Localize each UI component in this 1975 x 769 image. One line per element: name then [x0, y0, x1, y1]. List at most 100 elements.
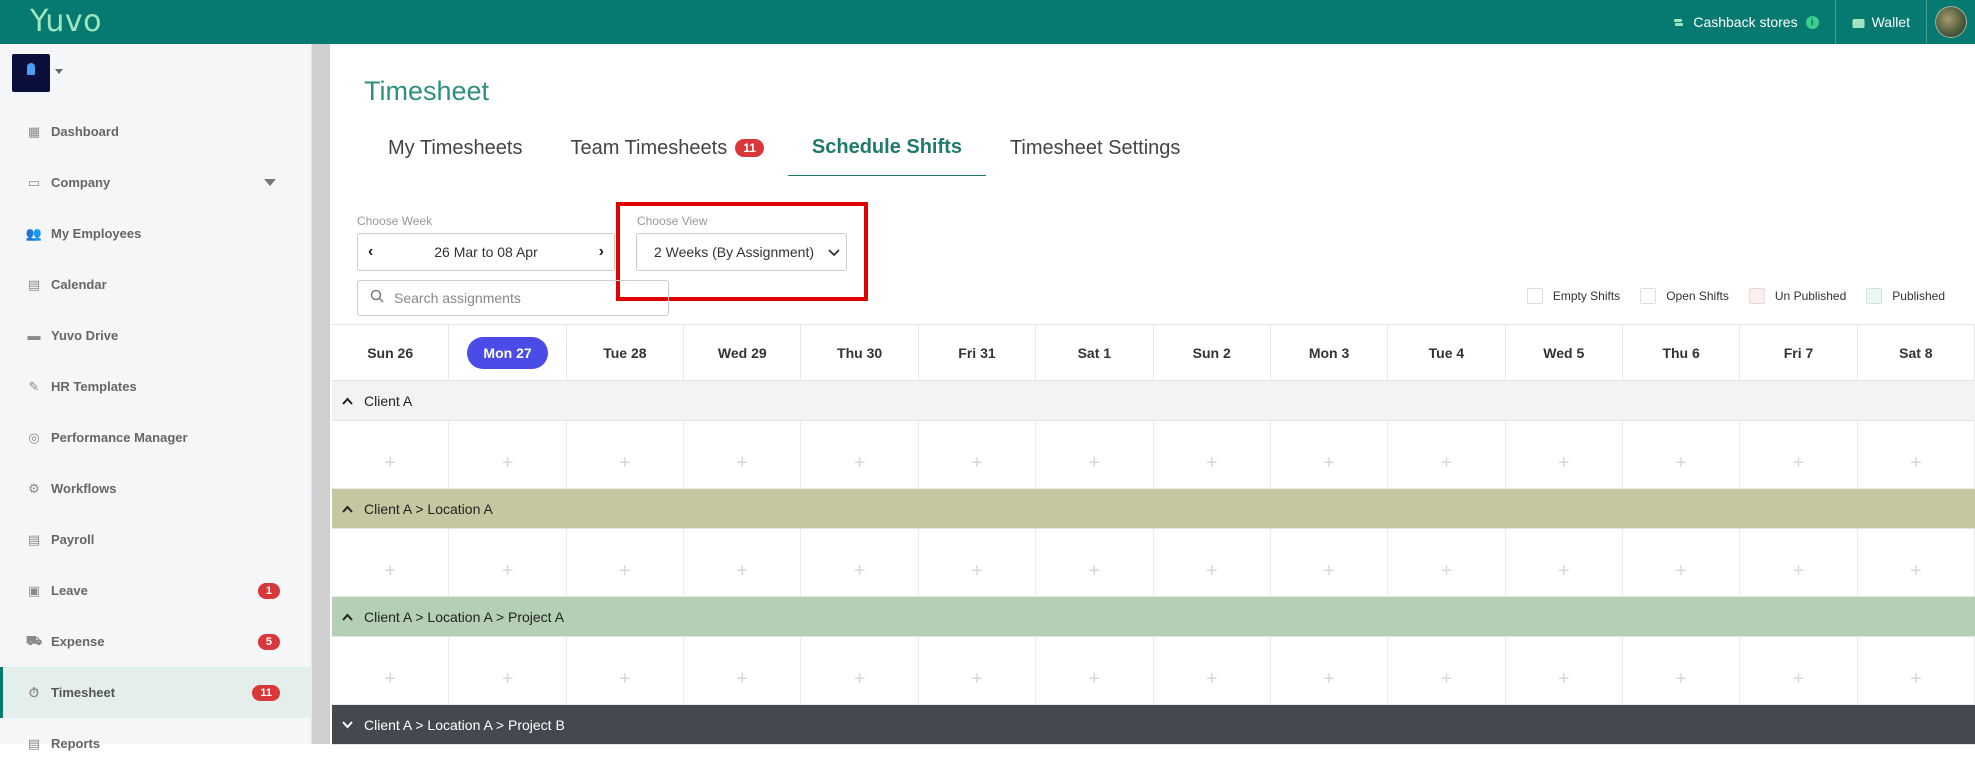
legend-label: Empty Shifts	[1552, 289, 1621, 303]
add-shift-cell[interactable]: +	[1388, 421, 1506, 488]
sidebar-item-my-employees[interactable]: 👥 My Employees	[0, 208, 312, 259]
sidebar-item-workflows[interactable]: ⚙ Workflows	[0, 463, 312, 514]
add-shift-cell[interactable]: +	[1388, 529, 1506, 596]
add-shift-cell[interactable]: +	[684, 637, 802, 704]
expense-icon: ⛟	[25, 632, 43, 648]
chevron-down-icon[interactable]	[342, 717, 364, 732]
search-input[interactable]	[394, 290, 644, 306]
add-shift-cell[interactable]: +	[1858, 637, 1975, 704]
add-shift-cell[interactable]: +	[1506, 529, 1623, 596]
add-shift-cell[interactable]: +	[1036, 421, 1154, 488]
sidebar-item-expense[interactable]: ⛟ Expense 5	[0, 616, 312, 667]
add-shift-cell[interactable]: +	[801, 529, 919, 596]
add-shift-cell[interactable]: +	[801, 637, 919, 704]
add-shift-cell[interactable]: +	[332, 637, 450, 704]
sidebar-scrollbar[interactable]	[312, 44, 330, 744]
add-shift-cell[interactable]: +	[332, 529, 450, 596]
add-shift-cell[interactable]: +	[1388, 637, 1506, 704]
tab-timesheet-settings[interactable]: Timesheet Settings	[986, 120, 1204, 176]
cashback-label: Cashback stores	[1693, 14, 1798, 30]
assignment-group-row[interactable]: Client A > Location A	[332, 489, 1975, 529]
add-shift-cell[interactable]: +	[1036, 529, 1154, 596]
add-shift-cell[interactable]: +	[1154, 637, 1271, 704]
tab-schedule-shifts[interactable]: Schedule Shifts	[787, 120, 986, 176]
add-shift-cell[interactable]: +	[1154, 421, 1271, 488]
assignment-group-row[interactable]: Client A > Location A > Project A	[332, 597, 1975, 637]
yuvo-logo[interactable]: Yuvo	[30, 4, 102, 39]
add-shift-cell[interactable]: +	[1858, 421, 1975, 488]
add-shift-cell[interactable]: +	[449, 421, 567, 488]
add-shift-cell[interactable]: +	[567, 637, 685, 704]
add-shift-cell[interactable]: +	[1154, 529, 1271, 596]
legend-label: Un Published	[1774, 289, 1847, 303]
add-shift-cell[interactable]: +	[1740, 529, 1858, 596]
user-menu[interactable]	[1926, 0, 1975, 44]
add-shift-cell[interactable]: +	[919, 421, 1037, 488]
chevron-left-icon[interactable]: ‹	[368, 243, 373, 261]
add-shift-cell[interactable]: +	[1271, 637, 1389, 704]
sidebar-item-payroll[interactable]: ▤ Payroll	[0, 514, 312, 565]
add-shift-cell[interactable]: +	[1858, 529, 1975, 596]
add-shift-cell[interactable]: +	[567, 529, 685, 596]
add-shift-cell[interactable]: +	[449, 637, 567, 704]
view-dropdown[interactable]: 2 Weeks (By Assignment)	[636, 233, 847, 271]
top-bar: Yuvo Cashback stores i Wallet	[0, 0, 1975, 44]
chevron-down-icon[interactable]	[55, 69, 63, 74]
add-shift-cell[interactable]: +	[1506, 637, 1623, 704]
group-label: Client A	[364, 392, 413, 409]
add-shift-cell[interactable]: +	[1271, 421, 1389, 488]
add-shift-cell[interactable]: +	[1271, 529, 1389, 596]
sidebar-item-company[interactable]: ▭ Company	[0, 157, 312, 208]
schedule-grid: Sun 26 Mon 27 Tue 28 Wed 29 Thu 30 Fri 31 Sat …	[332, 324, 1975, 745]
legend-swatch	[1526, 288, 1543, 304]
choose-week-label: Choose Week	[357, 214, 433, 228]
cogs-icon: ⚙	[28, 480, 40, 496]
add-shift-cell[interactable]: +	[1740, 421, 1858, 488]
sidebar-item-dashboard[interactable]: ▦ Dashboard	[0, 106, 312, 157]
add-shift-cell[interactable]: +	[919, 637, 1037, 704]
chevron-up-icon[interactable]	[342, 609, 364, 624]
add-shift-cell[interactable]: +	[684, 529, 802, 596]
chevron-right-icon[interactable]: ›	[599, 243, 604, 261]
day-header: Thu 6	[1623, 325, 1741, 380]
cashback-stores-link[interactable]: Cashback stores i	[1657, 0, 1834, 44]
building-icon: ▭	[27, 174, 41, 190]
avatar[interactable]	[1935, 6, 1967, 38]
add-shift-cell[interactable]: +	[332, 421, 450, 488]
add-shift-cell[interactable]: +	[1740, 637, 1858, 704]
add-shift-cell[interactable]: +	[449, 529, 567, 596]
sidebar-item-hr-templates[interactable]: ✎ HR Templates	[0, 361, 312, 412]
add-shift-cell[interactable]: +	[801, 421, 919, 488]
shift-legend: Empty Shifts Open Shifts Un Published Publi…	[1526, 288, 1945, 304]
info-icon[interactable]: i	[1805, 15, 1819, 29]
sidebar-item-yuvo-drive[interactable]: ▬ Yuvo Drive	[0, 310, 312, 361]
count-badge: 1	[257, 582, 280, 599]
sidebar-item-calendar[interactable]: ▤ Calendar	[0, 259, 312, 310]
sidebar-item-performance-manager[interactable]: ◎ Performance Manager	[0, 412, 312, 463]
add-shift-cell[interactable]: +	[1506, 421, 1623, 488]
tab-my-timesheets[interactable]: My Timesheets	[364, 120, 546, 176]
wallet-link[interactable]: Wallet	[1834, 0, 1926, 44]
chevron-up-icon[interactable]	[342, 393, 364, 408]
add-shift-cell[interactable]: +	[1623, 421, 1741, 488]
sidebar-item-label: My Employees	[51, 226, 142, 241]
add-shift-cell[interactable]: +	[684, 421, 802, 488]
chevron-up-icon[interactable]	[342, 501, 364, 516]
add-shift-cell[interactable]: +	[919, 529, 1037, 596]
group-label: Client A > Location A	[364, 500, 493, 517]
sidebar-item-leave[interactable]: ▣ Leave 1	[0, 565, 312, 616]
add-shift-cell[interactable]: +	[1036, 637, 1154, 704]
add-shift-cell[interactable]: +	[567, 421, 685, 488]
add-shift-cell[interactable]: +	[1623, 529, 1741, 596]
sidebar-item-timesheet[interactable]: ⏱ Timesheet 11	[0, 667, 312, 718]
day-label: Wed 29	[717, 344, 767, 361]
chevron-down-icon[interactable]	[264, 179, 276, 186]
tab-label: Team Timesheets	[570, 136, 728, 159]
tab-team-timesheets[interactable]: Team Timesheets 11	[546, 120, 787, 176]
add-shift-cell[interactable]: +	[1623, 637, 1741, 704]
assignment-group-row[interactable]: Client A > Location A > Project B	[332, 705, 1975, 745]
organization-logo[interactable]	[12, 54, 50, 92]
day-header: Sat 8	[1858, 325, 1975, 380]
assignment-group-row[interactable]: Client A	[332, 381, 1975, 421]
shift-cell-row: + + + + + + + + + + + + + +	[332, 637, 1975, 705]
